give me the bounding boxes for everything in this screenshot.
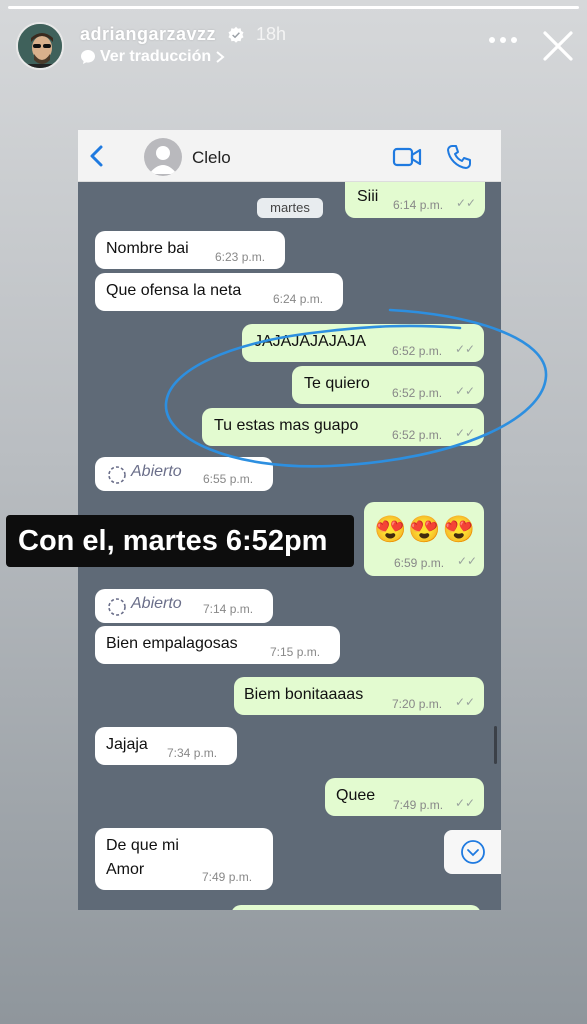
translate-icon — [81, 50, 95, 64]
read-ticks-icon: ✓✓ — [455, 426, 476, 440]
date-separator: martes — [257, 198, 323, 218]
message-bubble-outgoing[interactable]: Quee 7:49 p.m. ✓✓ — [325, 778, 484, 816]
view-once-label: Abierto — [131, 595, 182, 612]
read-ticks-icon: ✓✓ — [455, 796, 476, 810]
scrollbar[interactable] — [494, 726, 497, 764]
close-icon[interactable] — [540, 28, 576, 64]
story-username[interactable]: adriangarzavzz — [80, 24, 216, 45]
message-time: 6:52 p.m. — [392, 428, 443, 442]
chat-header: Clelo — [78, 130, 501, 182]
view-once-icon — [108, 598, 126, 616]
message-bubble-outgoing[interactable]: Te quiero 6:52 p.m. ✓✓ — [292, 366, 484, 404]
message-time: 6:52 p.m. — [392, 344, 443, 358]
message-time: 6:14 p.m. — [393, 198, 444, 212]
read-ticks-icon: ✓✓ — [455, 342, 476, 356]
message-time: 6:59 p.m. — [394, 556, 445, 570]
message-bubble-incoming[interactable]: Bien empalagosas 7:15 p.m. — [95, 626, 340, 664]
partial-message-bubble — [231, 905, 481, 910]
view-once-opened-bubble[interactable]: Abierto 6:55 p.m. — [95, 457, 273, 491]
contact-name[interactable]: Clelo — [192, 148, 231, 168]
translate-label: Ver traducción — [100, 48, 212, 65]
view-once-icon — [108, 466, 126, 484]
message-time: 7:20 p.m. — [392, 697, 443, 711]
message-text: Que ofensa la neta — [106, 282, 242, 299]
more-dots-icon[interactable] — [486, 30, 520, 50]
story-caption-text: Con el, martes 6:52pm — [6, 515, 354, 567]
phone-call-icon[interactable] — [446, 144, 472, 170]
message-bubble-outgoing[interactable]: 😍😍😍 6:59 p.m. ✓✓ — [364, 502, 484, 576]
message-time: 7:34 p.m. — [167, 746, 218, 760]
message-time: 6:55 p.m. — [203, 472, 254, 486]
back-icon[interactable] — [88, 144, 104, 168]
read-ticks-icon: ✓✓ — [457, 554, 478, 568]
video-call-icon[interactable] — [392, 146, 422, 168]
message-text: Biem bonitaaaas — [244, 686, 364, 703]
view-once-label: Abierto — [131, 463, 182, 480]
chevron-right-icon — [216, 51, 225, 63]
message-text: Tu estas mas guapo — [214, 417, 359, 434]
message-bubble-incoming[interactable]: Nombre bai 6:23 p.m. — [95, 231, 285, 269]
message-time: 6:52 p.m. — [392, 386, 443, 400]
message-bubble-incoming[interactable]: Jajaja 7:34 p.m. — [95, 727, 237, 765]
message-time: 6:24 p.m. — [273, 292, 324, 306]
message-bubble-outgoing[interactable]: Biem bonitaaaas 7:20 p.m. ✓✓ — [234, 677, 484, 715]
read-ticks-icon: ✓✓ — [455, 384, 476, 398]
chevron-down-circle-icon — [461, 840, 485, 864]
message-bubble-outgoing[interactable]: Tu estas mas guapo 6:52 p.m. ✓✓ — [202, 408, 484, 446]
message-text-line1: De que mi — [106, 837, 179, 854]
message-time: 7:49 p.m. — [393, 798, 444, 812]
message-text: JAJAJAJAJAJA — [254, 333, 367, 350]
message-bubble-outgoing[interactable]: Siii 6:14 p.m. ✓✓ — [345, 182, 485, 218]
message-time: 7:15 p.m. — [270, 645, 321, 659]
read-ticks-icon: ✓✓ — [456, 196, 477, 210]
message-text-line2: Amor — [106, 861, 145, 878]
message-text: Te quiero — [304, 375, 370, 392]
story-time: 18h — [256, 24, 287, 44]
message-time: 6:23 p.m. — [215, 250, 266, 264]
default-avatar-icon — [149, 146, 177, 174]
story-progress-bar — [8, 6, 579, 9]
verified-badge-icon — [228, 26, 244, 43]
message-text: Siii — [357, 188, 379, 205]
message-text: Nombre bai — [106, 240, 189, 257]
message-text: Jajaja — [106, 736, 148, 753]
message-text: Bien empalagosas — [106, 635, 238, 652]
message-bubble-incoming[interactable]: Que ofensa la neta 6:24 p.m. — [95, 273, 343, 311]
contact-avatar[interactable] — [144, 138, 182, 176]
story-progress-fill — [8, 6, 579, 9]
message-bubble-incoming[interactable]: De que mi Amor 7:49 p.m. — [95, 828, 273, 890]
avatar[interactable] — [16, 22, 64, 70]
read-ticks-icon: ✓✓ — [455, 695, 476, 709]
message-time: 7:49 p.m. — [202, 870, 253, 884]
message-bubble-outgoing[interactable]: JAJAJAJAJAJA 6:52 p.m. ✓✓ — [242, 324, 484, 362]
scroll-to-bottom-button[interactable] — [444, 830, 501, 874]
message-time: 7:14 p.m. — [203, 602, 254, 616]
translate-link[interactable]: Ver traducción — [80, 48, 225, 66]
avatar-image — [18, 24, 62, 68]
emoji-message: 😍😍😍 — [374, 514, 478, 544]
view-once-opened-bubble[interactable]: Abierto 7:14 p.m. — [95, 589, 273, 623]
message-text: Quee — [336, 787, 376, 804]
